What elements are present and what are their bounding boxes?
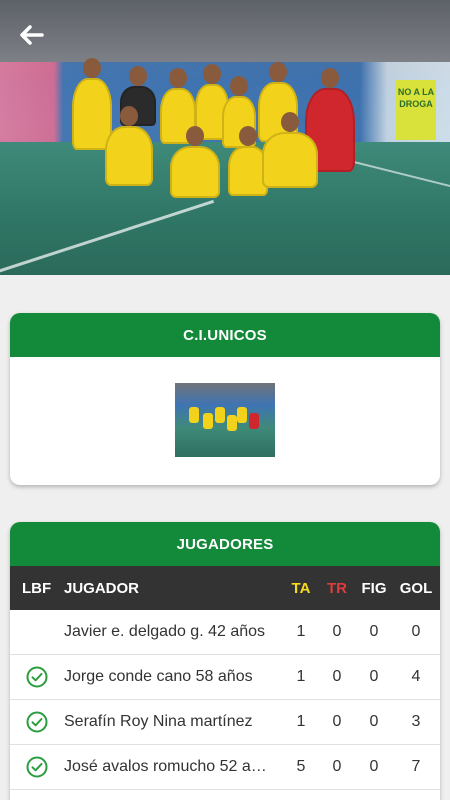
cell-tr: 0 (332, 758, 342, 775)
photo-sky (0, 0, 450, 62)
cell-tr: 0 (332, 668, 342, 685)
table-row[interactable]: Javier e. delgado g. 42 años 1 0 0 0 (10, 610, 440, 655)
player-name: Serafín Roy Nina martínez (64, 713, 253, 730)
player-figure (170, 126, 220, 198)
back-button[interactable] (16, 20, 46, 50)
cell-fig: 0 (369, 623, 379, 640)
column-gol: GOL (399, 579, 433, 597)
team-card: C.I.UNICOS (10, 313, 440, 485)
verified-cell (10, 711, 62, 733)
thumbnail-player (203, 413, 213, 429)
players-table-header: LBF JUGADOR TA TR FIG GOL (10, 566, 440, 610)
table-row[interactable]: Serafín Roy Nina martínez 1 0 0 3 (10, 700, 440, 745)
player-figure (105, 106, 153, 186)
thumbnail-player (227, 415, 237, 431)
arrow-left-icon (20, 25, 44, 45)
cell-ta: 5 (296, 758, 306, 775)
check-circle-icon (26, 666, 48, 688)
verified-cell (10, 666, 62, 688)
cell-tr: 0 (332, 623, 342, 640)
column-lbf: LBF (22, 579, 52, 597)
cell-gol: 0 (411, 623, 421, 640)
cell-ta: 1 (296, 668, 306, 685)
player-name: Javier e. delgado g. 42 años (64, 623, 266, 640)
cell-tr: 0 (332, 713, 342, 730)
cell-fig: 0 (369, 713, 379, 730)
players-card: JUGADORES LBF JUGADOR TA TR FIG GOL Javi… (10, 522, 440, 800)
thumbnail-player (249, 413, 259, 429)
cell-fig: 0 (369, 758, 379, 775)
players-title: JUGADORES (10, 522, 440, 566)
team-thumbnail[interactable] (175, 383, 275, 457)
player-name: José avalos romucho 52 años (64, 758, 277, 775)
thumbnail-player (215, 407, 225, 423)
cell-gol: 3 (411, 713, 421, 730)
table-row[interactable]: José avalos romucho 52 años 5 0 0 7 (10, 745, 440, 790)
cell-gol: 4 (411, 668, 421, 685)
cell-gol: 7 (411, 758, 421, 775)
cell-fig: 0 (369, 668, 379, 685)
column-fig: FIG (361, 579, 387, 597)
thumbnail-player (237, 407, 247, 423)
team-name: C.I.UNICOS (10, 313, 440, 357)
table-row[interactable]: Jorge conde cano 58 años 1 0 0 4 (10, 655, 440, 700)
column-player: JUGADOR (64, 579, 140, 597)
player-figure (262, 112, 318, 188)
photo-floor (0, 142, 450, 275)
verified-cell (10, 756, 62, 778)
player-name: Jorge conde cano 58 años (64, 668, 253, 685)
team-photo: NO A LA DROGA (0, 0, 450, 275)
column-ta: TA (291, 579, 311, 597)
thumbnail-player (189, 407, 199, 423)
cell-ta: 1 (296, 623, 306, 640)
column-tr: TR (327, 579, 347, 597)
check-circle-icon (26, 756, 48, 778)
cell-ta: 1 (296, 713, 306, 730)
check-circle-icon (26, 711, 48, 733)
wall-sign: NO A LA DROGA (396, 80, 436, 140)
